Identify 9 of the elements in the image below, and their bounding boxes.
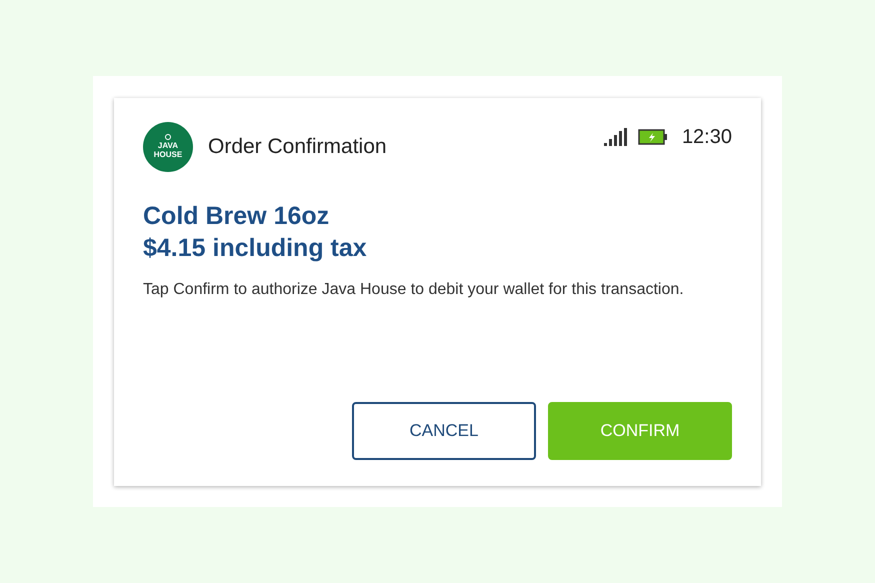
logo-icon: JAVA HOUSE [143,122,193,172]
battery-icon [638,128,668,144]
cancel-button[interactable]: CANCEL [352,402,536,460]
clock-time: 12:30 [682,124,732,150]
item-name: Cold Brew 16oz [143,200,330,232]
signal-icon [604,128,628,146]
price-text: $4.15 including tax [143,232,368,264]
dialog-title: Order Confirmation [208,134,387,160]
authorization-message: Tap Confirm to authorize Java House to debit your wallet for this transaction. [143,280,685,300]
